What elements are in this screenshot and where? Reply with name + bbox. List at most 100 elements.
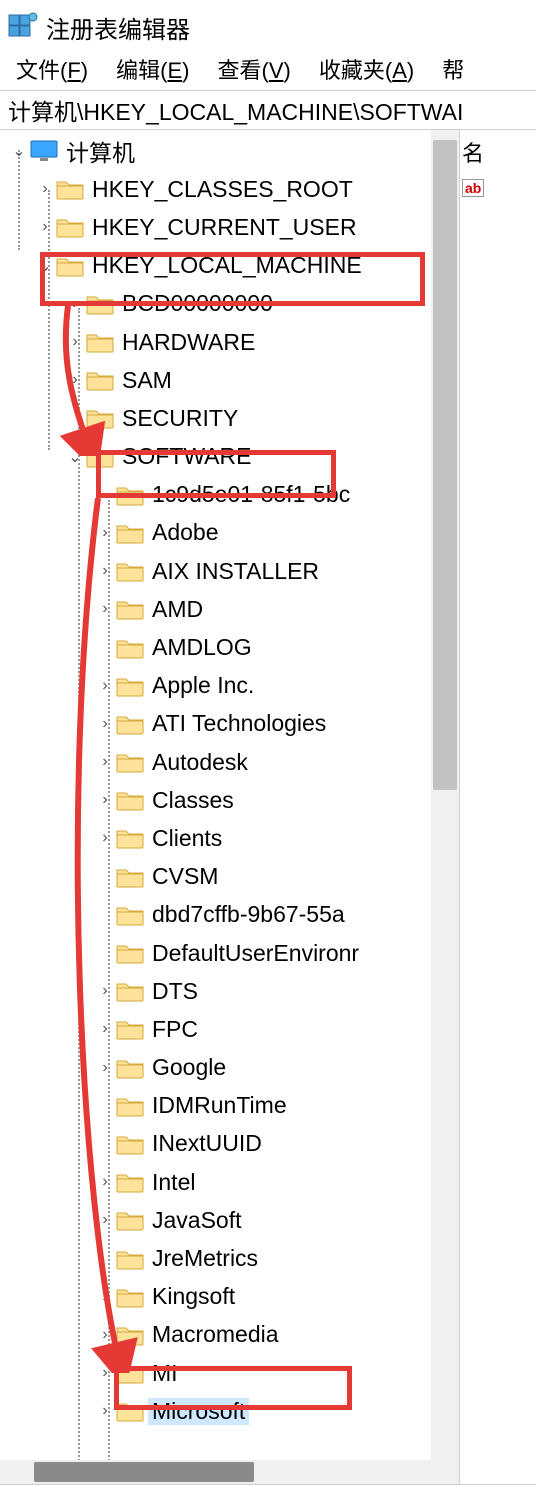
- tree-row-hklm-4[interactable]: ⌄ SOFTWARE: [0, 438, 459, 476]
- tree-row-hklm-0[interactable]: ›BCD00000000: [0, 285, 459, 323]
- tree-row-sw-6[interactable]: › ATI Technologies: [0, 705, 459, 743]
- tree-row-sw-2[interactable]: ›AIX INSTALLER: [0, 552, 459, 590]
- tree-row-sw-20[interactable]: JreMetrics: [0, 1239, 459, 1277]
- tree-row-sw-19[interactable]: ›JavaSoft: [0, 1201, 459, 1239]
- tree-row-sw-15[interactable]: ›Google: [0, 1049, 459, 1087]
- tree-label: ATI Technologies: [148, 710, 330, 737]
- tree-row-sw-1[interactable]: ›Adobe: [0, 514, 459, 552]
- expander-icon[interactable]: ›: [94, 791, 116, 809]
- tree-row-sw-16[interactable]: IDMRunTime: [0, 1087, 459, 1125]
- expander-icon[interactable]: ⌄: [8, 141, 30, 161]
- registry-tree[interactable]: ⌄ 计算机 › HKEY_CLASSES_ROOT ›HKEY_CURRENT_US…: [0, 130, 459, 1430]
- tree-label: HKEY_LOCAL_MACHINE: [88, 252, 366, 279]
- tree-label: HKEY_CLASSES_ROOT: [88, 176, 357, 203]
- expander-icon[interactable]: ›: [94, 1059, 116, 1077]
- horizontal-scrollbar[interactable]: [0, 1460, 431, 1484]
- expander-icon[interactable]: ›: [34, 180, 56, 198]
- folder-icon: [86, 331, 114, 353]
- folder-icon: [116, 713, 144, 735]
- expander-icon[interactable]: ›: [94, 1173, 116, 1191]
- expander-icon[interactable]: ›: [94, 677, 116, 695]
- expander-icon[interactable]: ›: [64, 295, 86, 313]
- folder-icon: [116, 1057, 144, 1079]
- horizontal-scroll-thumb[interactable]: [34, 1462, 254, 1482]
- tree-row-sw-17[interactable]: INextUUID: [0, 1125, 459, 1163]
- folder-icon: [86, 369, 114, 391]
- tree-label: SOFTWARE: [118, 443, 255, 470]
- expander-icon[interactable]: ›: [94, 600, 116, 618]
- titlebar: 注册表编辑器: [0, 0, 536, 48]
- tree-row-sw-9[interactable]: ›Clients: [0, 819, 459, 857]
- tree-label: Apple Inc.: [148, 672, 258, 699]
- tree-row-sw-10[interactable]: CVSM: [0, 858, 459, 896]
- address-path: 计算机\HKEY_LOCAL_MACHINE\SOFTWAI: [8, 93, 463, 127]
- tree-row-sw-18[interactable]: ›Intel: [0, 1163, 459, 1201]
- tree-label: Kingsoft: [148, 1283, 239, 1310]
- tree-row-sw-24[interactable]: ›Microsoft: [0, 1392, 459, 1430]
- expander-icon[interactable]: ›: [94, 829, 116, 847]
- tree-row-hive-1[interactable]: ›HKEY_CURRENT_USER: [0, 208, 459, 246]
- folder-icon: [116, 1095, 144, 1117]
- expander-icon[interactable]: ⌄: [64, 447, 86, 467]
- tree-row-hive-0[interactable]: › HKEY_CLASSES_ROOT: [0, 170, 459, 208]
- column-header-name[interactable]: 名: [462, 136, 534, 168]
- tree-row-hklm-2[interactable]: ›SAM: [0, 361, 459, 399]
- expander-icon[interactable]: ›: [94, 753, 116, 771]
- folder-icon: [116, 866, 144, 888]
- tree-row-hive-2[interactable]: ⌄ HKEY_LOCAL_MACHINE: [0, 247, 459, 285]
- folder-icon: [116, 560, 144, 582]
- menu-edit[interactable]: 编辑(E): [104, 49, 201, 89]
- folder-icon: [116, 1171, 144, 1193]
- tree-row-sw-21[interactable]: › Kingsoft: [0, 1278, 459, 1316]
- expander-icon[interactable]: ›: [94, 1364, 116, 1382]
- tree-row-sw-7[interactable]: ›Autodesk: [0, 743, 459, 781]
- expander-icon[interactable]: ›: [94, 524, 116, 542]
- expander-icon[interactable]: ⌄: [34, 256, 56, 276]
- tree-row-sw-4[interactable]: AMDLOG: [0, 628, 459, 666]
- menu-help-partial[interactable]: 帮: [430, 49, 476, 89]
- expander-icon[interactable]: ›: [94, 1326, 116, 1344]
- tree-row-sw-14[interactable]: ›FPC: [0, 1010, 459, 1048]
- folder-icon: [116, 675, 144, 697]
- expander-icon[interactable]: ›: [94, 982, 116, 1000]
- tree-row-hklm-3[interactable]: SECURITY: [0, 399, 459, 437]
- folder-icon: [116, 1248, 144, 1270]
- expander-icon[interactable]: ›: [94, 715, 116, 733]
- tree-row-sw-8[interactable]: ›Classes: [0, 781, 459, 819]
- tree-row-sw-5[interactable]: › Apple Inc.: [0, 667, 459, 705]
- folder-icon: [116, 637, 144, 659]
- tree-label: JreMetrics: [148, 1245, 262, 1272]
- tree-label: INextUUID: [148, 1130, 266, 1157]
- vertical-scroll-thumb[interactable]: [433, 140, 457, 790]
- expander-icon[interactable]: ›: [94, 1211, 116, 1229]
- tree-row-sw-3[interactable]: › AMD: [0, 590, 459, 628]
- menu-file[interactable]: 文件(F): [4, 49, 100, 89]
- tree-row-root[interactable]: ⌄ 计算机: [0, 132, 459, 170]
- tree-label: DefaultUserEnvironr: [148, 940, 363, 967]
- expander-icon[interactable]: ›: [64, 371, 86, 389]
- tree-row-sw-23[interactable]: ›MI: [0, 1354, 459, 1392]
- menu-view[interactable]: 查看(V): [205, 49, 302, 89]
- tree-row-sw-0[interactable]: 1c9d5e01-85f1-5bc: [0, 476, 459, 514]
- tree-label: 计算机: [62, 134, 139, 168]
- menu-favorites[interactable]: 收藏夹(A): [307, 49, 426, 89]
- expander-icon[interactable]: ›: [94, 1020, 116, 1038]
- tree-row-hklm-1[interactable]: ›HARDWARE: [0, 323, 459, 361]
- tree-row-sw-11[interactable]: dbd7cffb-9b67-55a: [0, 896, 459, 934]
- folder-icon: [116, 827, 144, 849]
- values-pane: 名 ab: [460, 130, 536, 1484]
- expander-icon[interactable]: ›: [64, 333, 86, 351]
- address-bar[interactable]: 计算机\HKEY_LOCAL_MACHINE\SOFTWAI: [0, 90, 536, 130]
- tree-label: DTS: [148, 978, 202, 1005]
- tree-row-sw-12[interactable]: DefaultUserEnvironr: [0, 934, 459, 972]
- tree-label: CVSM: [148, 863, 222, 890]
- expander-icon[interactable]: ›: [34, 218, 56, 236]
- tree-row-sw-22[interactable]: ›Macromedia: [0, 1316, 459, 1354]
- expander-icon[interactable]: ›: [94, 1402, 116, 1420]
- vertical-scrollbar[interactable]: [431, 130, 459, 1484]
- tree-row-sw-13[interactable]: › DTS: [0, 972, 459, 1010]
- expander-icon[interactable]: ›: [94, 562, 116, 580]
- folder-icon: [116, 942, 144, 964]
- expander-icon[interactable]: ›: [94, 1288, 116, 1306]
- tree-label: AMD: [148, 596, 207, 623]
